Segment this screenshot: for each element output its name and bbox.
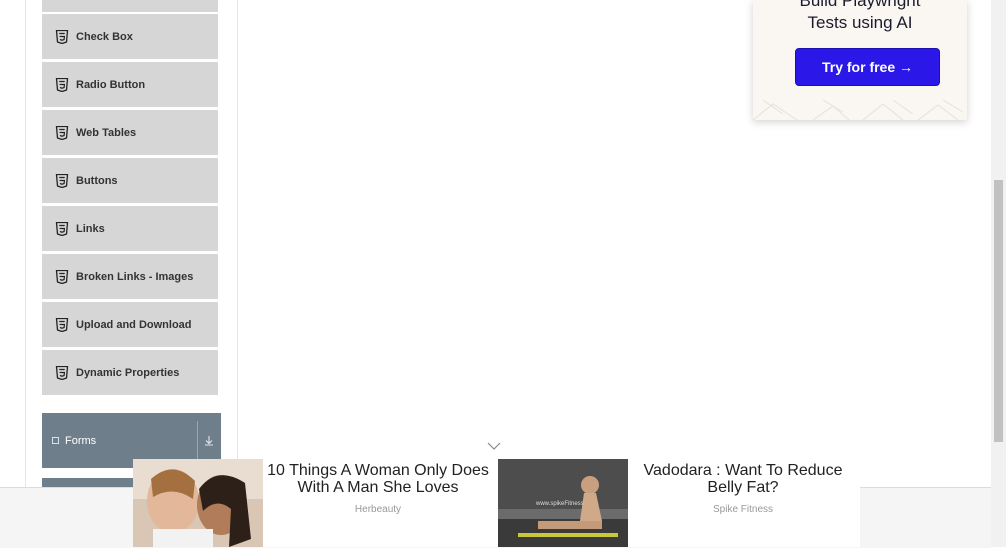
sidebar-item-label: Upload and Download bbox=[76, 318, 192, 331]
sidebar-item-broken-links[interactable]: Broken Links - Images bbox=[42, 253, 218, 299]
chevron-down-icon[interactable] bbox=[202, 431, 216, 449]
ad-source: Herbeauty bbox=[354, 504, 402, 515]
page-left-border bbox=[25, 0, 26, 547]
ad-item[interactable]: www.spikeFitness Vadodara : Want To Redu… bbox=[498, 459, 860, 547]
sidebar-item-label: Radio Button bbox=[76, 78, 146, 91]
sidebar-right-border bbox=[237, 0, 238, 490]
sidebar-item-buttons[interactable]: Buttons bbox=[42, 157, 218, 203]
sidebar-item-label: Check Box bbox=[76, 30, 133, 43]
document-icon bbox=[52, 437, 59, 444]
sidebar-item-label: Links bbox=[76, 222, 105, 235]
sidebar-item-dynamic-properties[interactable]: Dynamic Properties bbox=[42, 349, 218, 395]
sidebar-item-web-tables[interactable]: Web Tables bbox=[42, 109, 218, 155]
group-divider bbox=[197, 421, 198, 459]
ad-item[interactable]: 10 Things A Woman Only Does With A Man S… bbox=[133, 459, 493, 547]
sidebar-item-label: Broken Links - Images bbox=[76, 270, 194, 283]
ad-thumbnail-image[interactable]: www.spikeFitness bbox=[498, 459, 628, 547]
sidebar-group-label: Forms bbox=[65, 434, 97, 447]
sidebar-item-label: Buttons bbox=[76, 174, 118, 187]
promo-pattern bbox=[753, 100, 964, 120]
html5-icon bbox=[55, 269, 69, 284]
sidebar-item-radio-button[interactable]: Radio Button bbox=[42, 61, 218, 107]
ad-panel: 10 Things A Woman Only Does With A Man S… bbox=[133, 459, 860, 547]
ad-headline[interactable]: 10 Things A Woman Only Does With A Man S… bbox=[263, 462, 493, 496]
promo-title-line1: Build Playwright bbox=[799, 0, 921, 10]
sidebar-item-check-box[interactable]: Check Box bbox=[42, 13, 218, 59]
svg-text:www.spikeFitness: www.spikeFitness bbox=[535, 501, 584, 507]
html5-icon bbox=[55, 173, 69, 188]
scrollbar-thumb[interactable] bbox=[994, 180, 1003, 442]
chevron-down-icon[interactable] bbox=[486, 440, 502, 452]
ad-source: Spike Fitness bbox=[712, 504, 774, 515]
promo-card: Build Playwright Tests using AI Try for … bbox=[753, 0, 967, 120]
promo-title-line2: Tests using AI bbox=[807, 13, 913, 32]
html5-icon bbox=[55, 221, 69, 236]
sidebar-item-label: Web Tables bbox=[76, 126, 137, 139]
sidebar-item-upload-download[interactable]: Upload and Download bbox=[42, 301, 218, 347]
html5-icon bbox=[55, 77, 69, 92]
html5-icon bbox=[55, 125, 69, 140]
sidebar-item-label: Dynamic Properties bbox=[76, 366, 180, 379]
ad-headline[interactable]: Vadodara : Want To Reduce Belly Fat? bbox=[628, 462, 858, 496]
html5-icon bbox=[55, 365, 69, 380]
ad-thumbnail-image[interactable] bbox=[133, 459, 263, 547]
promo-title: Build Playwright Tests using AI bbox=[753, 0, 967, 34]
sidebar-item-text-box[interactable] bbox=[42, 0, 218, 12]
sidebar-item-links[interactable]: Links bbox=[42, 205, 218, 251]
vertical-scrollbar[interactable] bbox=[991, 0, 1006, 547]
html5-icon bbox=[55, 317, 69, 332]
try-for-free-button[interactable]: Try for free → bbox=[795, 48, 940, 86]
html5-icon bbox=[55, 29, 69, 44]
